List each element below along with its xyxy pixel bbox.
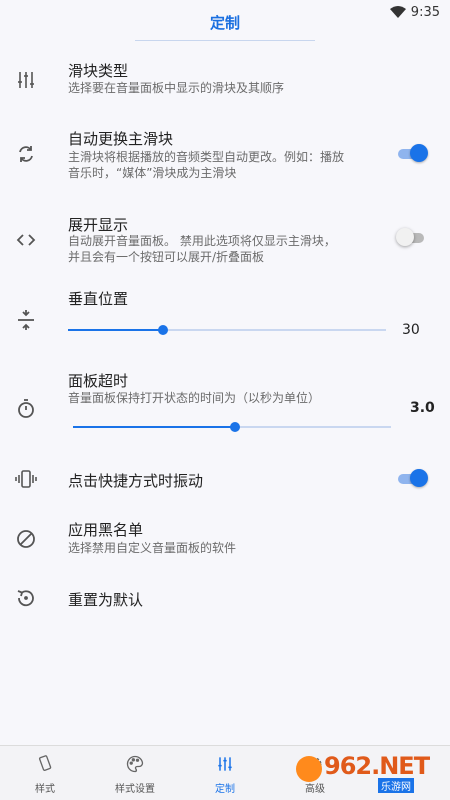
setting-blacklist[interactable]: 应用黑名单 选择禁用自定义音量面板的软件 xyxy=(0,516,450,562)
toggle-thumb xyxy=(410,469,428,487)
setting-reset[interactable]: 重置为默认 xyxy=(0,584,450,614)
palette-icon xyxy=(126,755,144,773)
setting-title: 面板超时 xyxy=(68,372,129,390)
setting-title: 自动更换主滑块 xyxy=(68,130,174,148)
nav-label: 样式设置 xyxy=(115,784,155,795)
slider-knob[interactable] xyxy=(158,325,169,335)
setting-vertical-position: 垂直位置 30 xyxy=(0,284,450,344)
setting-subtitle-line1: 自动展开音量面板。 禁用此选项将仅显示主滑块， xyxy=(68,234,336,248)
nav-item-style[interactable]: 样式 xyxy=(5,746,85,800)
vertical-align-icon xyxy=(14,308,38,332)
setting-title: 滑块类型 xyxy=(68,62,129,80)
timer-icon xyxy=(14,396,38,420)
setting-title: 应用黑名单 xyxy=(68,521,144,539)
toggle-thumb xyxy=(396,228,414,246)
watermark-icon xyxy=(296,756,322,782)
setting-subtitle-line2: 并且会有一个按钮可以展开/折叠面板 xyxy=(68,250,265,264)
slider-fill xyxy=(68,329,164,331)
slider-value: 30 xyxy=(402,322,420,338)
title-divider xyxy=(135,40,315,41)
nav-item-customize[interactable]: 定制 xyxy=(185,746,265,800)
nav-item-style-settings[interactable]: 样式设置 xyxy=(95,746,175,800)
panel-timeout-slider[interactable] xyxy=(73,419,391,435)
setting-subtitle: 选择要在音量面板中显示的滑块及其顺序 xyxy=(68,81,285,95)
slider-knob[interactable] xyxy=(230,422,241,432)
setting-vibrate[interactable]: 点击快捷方式时振动 xyxy=(0,464,450,494)
toggle-thumb xyxy=(410,144,428,162)
restore-icon xyxy=(14,586,38,610)
tune-icon xyxy=(218,757,232,771)
setting-expand-display[interactable]: 展开显示 自动展开音量面板。 禁用此选项将仅显示主滑块， 并且会有一个按钮可以展… xyxy=(0,208,450,268)
sync-icon xyxy=(14,142,38,166)
setting-auto-switch[interactable]: 自动更换主滑块 主滑块将根据播放的音频类型自动更改。例如：播放 音乐时，“媒体”… xyxy=(0,122,450,182)
setting-title: 垂直位置 xyxy=(68,290,129,308)
setting-subtitle: 选择禁用自定义音量面板的软件 xyxy=(68,541,237,555)
expand-display-toggle[interactable] xyxy=(396,228,428,248)
phone-rotate-icon xyxy=(38,755,52,771)
setting-subtitle: 音量面板保持打开状态的时间为（以秒为单位） xyxy=(68,391,321,405)
setting-panel-timeout: 面板超时 音量面板保持打开状态的时间为（以秒为单位） 3.0 xyxy=(0,366,450,436)
code-icon xyxy=(14,228,38,252)
slider-fill xyxy=(73,426,236,428)
setting-subtitle-line1: 主滑块将根据播放的音频类型自动更改。例如：播放 xyxy=(68,150,345,164)
setting-title: 展开显示 xyxy=(68,216,129,234)
slider-value: 3.0 xyxy=(410,400,435,416)
page-title: 定制 xyxy=(209,14,240,32)
watermark-logo: 962.NET 乐游网 xyxy=(296,752,444,793)
nav-label: 定制 xyxy=(215,784,235,795)
block-icon xyxy=(14,527,38,551)
watermark-text: 962.NET xyxy=(324,752,430,780)
vibrate-toggle[interactable] xyxy=(398,469,428,489)
watermark-subtext: 乐游网 xyxy=(378,778,414,793)
vibration-icon xyxy=(14,467,38,491)
sliders-icon xyxy=(14,68,38,92)
setting-title: 点击快捷方式时振动 xyxy=(68,472,204,490)
setting-title: 重置为默认 xyxy=(68,591,144,609)
setting-slider-type[interactable]: 滑块类型 选择要在音量面板中显示的滑块及其顺序 xyxy=(0,56,450,106)
bottom-nav: 样式 样式设置 定制 高级 962.NET 乐游网 xyxy=(0,745,450,800)
nav-label: 样式 xyxy=(35,784,55,795)
vertical-position-slider[interactable] xyxy=(68,322,386,338)
auto-switch-toggle[interactable] xyxy=(398,144,428,164)
setting-subtitle-line2: 音乐时，“媒体”滑块成为主滑块 xyxy=(68,166,237,180)
